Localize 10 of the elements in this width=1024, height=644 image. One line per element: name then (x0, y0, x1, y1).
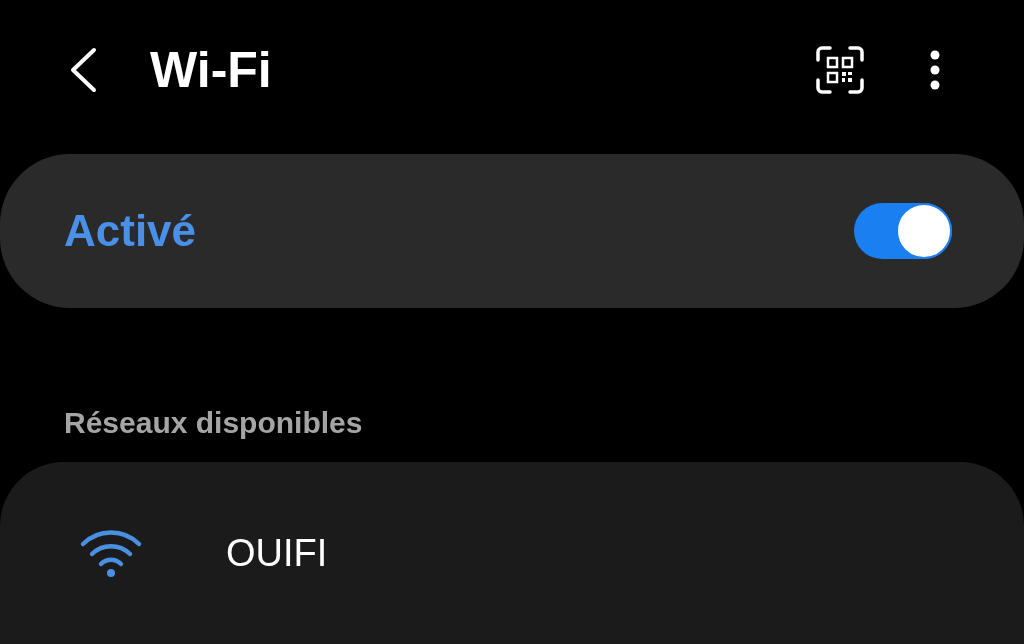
wifi-icon (79, 528, 143, 578)
qr-scan-icon[interactable] (816, 46, 864, 94)
more-options-icon[interactable] (930, 50, 940, 90)
wifi-switch[interactable] (854, 203, 952, 259)
section-heading: Réseaux disponibles (64, 406, 364, 440)
page-title: Wi-Fi (150, 41, 272, 99)
network-name[interactable]: OUIFI (226, 531, 328, 575)
wifi-toggle-card[interactable]: Activé (0, 154, 1024, 308)
wifi-status-label: Activé (64, 206, 197, 256)
back-icon[interactable] (68, 47, 98, 93)
